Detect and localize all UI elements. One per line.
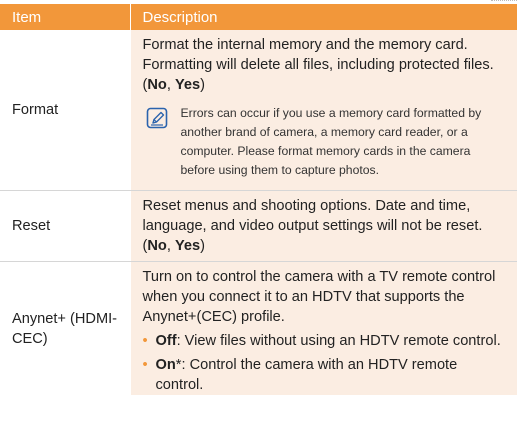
reset-close-paren: ) xyxy=(200,238,205,254)
item-format: Format xyxy=(0,30,130,191)
reset-description-text: Reset menus and shooting options. Date a… xyxy=(143,196,506,256)
header-item: Item xyxy=(0,4,130,30)
page-edge-mark xyxy=(491,0,517,3)
description-reset: Reset menus and shooting options. Date a… xyxy=(129,190,517,262)
settings-table: Item Description Format Format the inter… xyxy=(0,4,517,395)
item-reset: Reset xyxy=(0,190,130,262)
option-on-label: On xyxy=(155,357,176,373)
item-anynet: Anynet+ (HDMI-CEC) xyxy=(12,310,118,347)
reset-option-no: No xyxy=(147,238,167,254)
description-anynet: Turn on to control the camera with a TV … xyxy=(129,261,517,395)
list-item-on: • On*: Control the camera with an HDTV re… xyxy=(143,355,506,395)
list-item-off: • Off: View files without using an HDTV r… xyxy=(143,331,506,351)
format-description-text: Format the internal memory and the memor… xyxy=(143,35,506,95)
format-note-text: Errors can occur if you use a memory car… xyxy=(180,106,482,177)
format-close-paren: ) xyxy=(200,77,205,93)
table-row-anynet: Anynet+ (HDMI-CEC) Turn on to control th… xyxy=(0,261,517,395)
format-option-yes: Yes xyxy=(174,77,201,93)
table-row-format: Format Format the internal memory and th… xyxy=(0,30,517,191)
format-separator: , xyxy=(166,77,175,93)
description-format: Format the internal memory and the memor… xyxy=(129,30,517,191)
format-option-no: No xyxy=(147,77,167,93)
option-off-label: Off xyxy=(155,333,177,349)
reset-separator: , xyxy=(166,238,175,254)
bullet-mark: • xyxy=(142,333,148,349)
manual-page: Item Description Format Format the inter… xyxy=(0,0,517,443)
note-pencil-icon xyxy=(146,107,167,129)
option-on-text: : Control the camera with an HDTV remote… xyxy=(155,357,458,393)
reset-option-yes: Yes xyxy=(174,238,201,254)
header-description: Description xyxy=(129,4,517,30)
table-row-reset: Reset Reset menus and shooting options. … xyxy=(0,190,517,262)
anynet-options-list: • Off: View files without using an HDTV r… xyxy=(143,331,506,395)
format-note: Errors can occur if you use a memory car… xyxy=(143,104,506,180)
anynet-description-text: Turn on to control the camera with a TV … xyxy=(142,269,496,325)
option-off-text: : View files without using an HDTV remot… xyxy=(176,333,501,349)
bullet-mark: • xyxy=(142,357,148,373)
table-header-row: Item Description xyxy=(0,4,517,30)
